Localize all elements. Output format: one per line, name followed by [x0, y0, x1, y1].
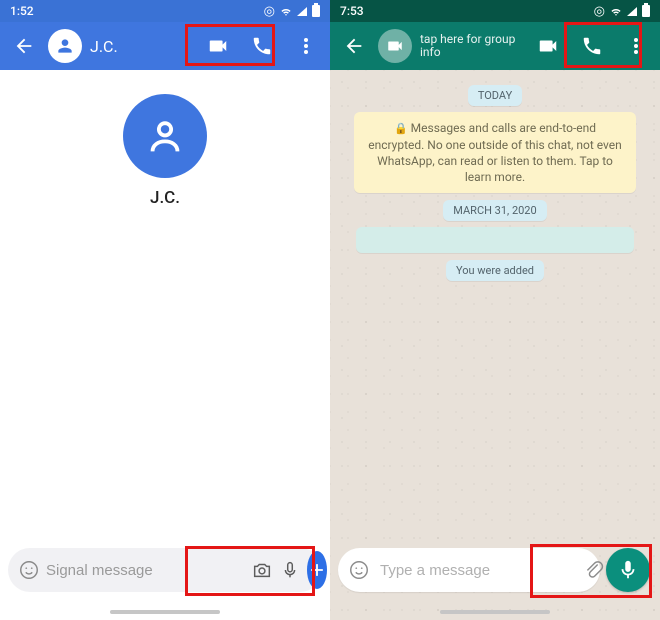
status-time: 1:52	[10, 4, 34, 18]
back-button[interactable]	[4, 26, 44, 66]
battery-icon	[312, 5, 320, 17]
avatar[interactable]	[48, 29, 82, 63]
date-chip-today: TODAY	[468, 85, 522, 106]
system-message-blank	[356, 227, 634, 253]
emoji-button[interactable]	[18, 553, 40, 587]
mic-send-button[interactable]	[606, 548, 650, 592]
status-icons: ◎	[264, 4, 320, 19]
chat-body[interactable]: TODAY 🔒Messages and calls are end-to-end…	[330, 70, 660, 620]
wifi-icon	[280, 5, 292, 17]
attach-add-button[interactable]	[307, 551, 327, 589]
chat-title[interactable]: J.C.	[86, 37, 194, 56]
message-input[interactable]	[46, 562, 245, 579]
encryption-notice[interactable]: 🔒Messages and calls are end-to-end encry…	[354, 112, 636, 193]
message-input-bar	[338, 548, 600, 592]
message-input-bar	[8, 548, 322, 592]
vibrate-icon: ◎	[594, 4, 605, 19]
vibrate-icon: ◎	[264, 4, 275, 19]
whatsapp-screen: 7:53 ◎ tap here for group info TODAY	[330, 0, 660, 620]
signal-screen: 1:52 ◎ J.C. J.C.	[0, 0, 330, 620]
date-chip: MARCH 31, 2020	[443, 200, 546, 221]
signal-icon	[297, 7, 307, 16]
nav-bar	[0, 610, 330, 614]
status-time: 7:53	[340, 4, 364, 18]
status-icons: ◎	[594, 4, 650, 19]
video-call-button[interactable]	[198, 26, 238, 66]
camera-button[interactable]	[251, 553, 273, 587]
emoji-button[interactable]	[348, 554, 370, 586]
attachment-button[interactable]	[583, 554, 605, 586]
voice-call-button[interactable]	[572, 26, 612, 66]
chat-header: J.C.	[0, 22, 330, 70]
message-input[interactable]	[380, 562, 579, 579]
status-bar: 1:52 ◎	[0, 0, 330, 22]
signal-icon	[627, 7, 637, 16]
more-options-button[interactable]	[616, 26, 656, 66]
chat-header: tap here for group info	[330, 22, 660, 70]
battery-icon	[642, 5, 650, 17]
back-button[interactable]	[334, 26, 374, 66]
more-options-button[interactable]	[286, 26, 326, 66]
mic-button[interactable]	[279, 553, 301, 587]
contact-display-name: J.C.	[150, 188, 180, 208]
status-bar: 7:53 ◎	[330, 0, 660, 22]
video-call-button[interactable]	[528, 26, 568, 66]
system-chip-added: You were added	[446, 260, 544, 281]
voice-call-button[interactable]	[242, 26, 282, 66]
group-avatar[interactable]	[378, 29, 412, 63]
nav-bar	[330, 610, 660, 614]
chat-body-empty: J.C.	[0, 70, 330, 208]
group-title-block[interactable]: tap here for group info	[416, 33, 524, 59]
wifi-icon	[610, 5, 622, 17]
avatar-large	[123, 94, 207, 178]
lock-icon: 🔒	[394, 122, 408, 135]
group-subtitle: tap here for group info	[420, 33, 524, 59]
